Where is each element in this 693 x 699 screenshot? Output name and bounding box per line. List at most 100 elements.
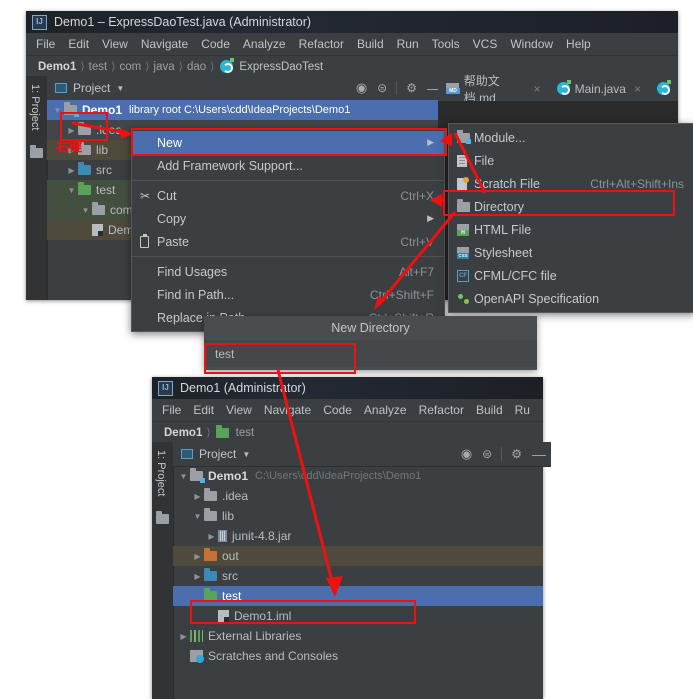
chevron-down-icon[interactable]: ▼ <box>242 450 250 459</box>
menu-analyze[interactable]: Analyze <box>243 37 286 51</box>
menu-help[interactable]: Help <box>566 37 591 51</box>
tree-row-test[interactable]: test <box>173 586 543 606</box>
locate-icon[interactable]: ◉ <box>356 80 367 96</box>
expand-arrow-icon[interactable]: ▶ <box>205 532 218 541</box>
collapse-all-icon[interactable]: ⊜ <box>482 447 492 461</box>
tree-row-lib[interactable]: ▼ lib <box>173 506 543 526</box>
new-submenu-item-cfml-file[interactable]: CF CFML/CFC file <box>449 264 693 287</box>
editor-tab-help-doc[interactable]: 帮助文档.md × <box>438 74 549 105</box>
menu-edit[interactable]: Edit <box>68 37 89 51</box>
tree-row-external-libraries[interactable]: ▶ External Libraries <box>173 626 543 646</box>
breadcrumb-dao[interactable]: dao <box>187 61 206 73</box>
expand-arrow-icon[interactable]: ▶ <box>177 632 190 641</box>
menu-navigate[interactable]: Navigate <box>141 37 188 51</box>
collapse-all-icon[interactable]: ⊜ <box>377 81 387 95</box>
breadcrumb-expressdaotest[interactable]: ExpressDaoTest <box>239 61 323 73</box>
tool-strip-project-label[interactable]: 1: Project <box>29 84 41 130</box>
menu-view[interactable]: View <box>102 37 128 51</box>
top-left-tool-strip[interactable]: 1: Project <box>26 76 48 300</box>
tree-row-src[interactable]: ▶ src <box>173 566 543 586</box>
context-menu-item-find-usages[interactable]: Find Usages Alt+F7 <box>132 260 444 283</box>
expand-arrow-icon[interactable]: ▶ <box>191 552 204 561</box>
menu-refactor[interactable]: Refactor <box>419 403 464 417</box>
menu-file[interactable]: File <box>162 403 181 417</box>
tree-row-idea[interactable]: ▶ .idea <box>173 486 543 506</box>
breadcrumb-sep: ⟩ <box>80 61 85 73</box>
breadcrumb-com[interactable]: com <box>120 61 142 73</box>
hide-icon[interactable]: — <box>532 446 546 462</box>
settings-gear-icon[interactable]: ⚙ <box>511 447 522 461</box>
context-menu-item-cut[interactable]: ✂ Cut Ctrl+X <box>132 184 444 207</box>
expand-arrow-icon[interactable]: ▼ <box>177 472 190 481</box>
settings-gear-icon[interactable]: ⚙ <box>406 81 417 95</box>
expand-arrow-icon[interactable]: ▶ <box>191 572 204 581</box>
menu-build[interactable]: Build <box>357 37 384 51</box>
new-submenu-item-module[interactable]: Module... <box>449 126 693 149</box>
close-icon[interactable]: × <box>634 82 641 96</box>
tool-strip-project-label[interactable]: 1: Project <box>155 450 167 496</box>
tree-row-demo1[interactable]: ▼ Demo1 library root C:\Users\cdd\IdeaPr… <box>47 100 438 120</box>
structure-folder-icon[interactable] <box>156 511 169 524</box>
context-menu-item-new[interactable]: New ▶ <box>132 131 444 154</box>
breadcrumb-test[interactable]: test <box>236 427 255 439</box>
context-menu-item-add-framework-support[interactable]: Add Framework Support... <box>132 154 444 177</box>
expand-arrow-icon[interactable]: ▼ <box>65 186 78 195</box>
breadcrumb-java[interactable]: java <box>154 61 175 73</box>
project-context-menu[interactable]: New ▶ Add Framework Support... ✂ Cut Ctr… <box>131 128 445 332</box>
new-submenu-item-directory[interactable]: Directory <box>449 195 693 218</box>
new-submenu[interactable]: Module... File Scratch File Ctrl+Alt+Shi… <box>448 123 693 313</box>
new-submenu-item-scratch-file[interactable]: Scratch File Ctrl+Alt+Shift+Ins <box>449 172 693 195</box>
bottom-window-menubar[interactable]: File Edit View Navigate Code Analyze Ref… <box>152 399 543 422</box>
tree-row-demo1-iml[interactable]: Demo1.iml <box>173 606 543 626</box>
expand-arrow-icon[interactable]: ▶ <box>65 166 78 175</box>
menu-build[interactable]: Build <box>476 403 503 417</box>
new-submenu-item-html-file[interactable]: HTML File <box>449 218 693 241</box>
expand-arrow-icon[interactable]: ▼ <box>51 106 64 115</box>
menu-vcs[interactable]: VCS <box>473 37 498 51</box>
top-window-breadcrumb[interactable]: Demo1 ⟩ test ⟩ com ⟩ java ⟩ dao ⟩ Expres… <box>26 56 678 77</box>
expand-arrow-icon[interactable]: ▶ <box>191 492 204 501</box>
breadcrumb-demo1[interactable]: Demo1 <box>164 427 202 439</box>
tree-row-junit-jar[interactable]: ▶ junit-4.8.jar <box>173 526 543 546</box>
context-menu-item-copy[interactable]: Copy ▶ <box>132 207 444 230</box>
locate-icon[interactable]: ◉ <box>461 446 472 462</box>
editor-tab-main-java[interactable]: Main.java × <box>549 76 649 101</box>
new-directory-name-input[interactable]: test <box>204 340 537 367</box>
menu-edit[interactable]: Edit <box>193 403 214 417</box>
bottom-project-tree[interactable]: ▼ Demo1 C:\Users\cdd\IdeaProjects\Demo1 … <box>173 466 543 699</box>
menu-view[interactable]: View <box>226 403 252 417</box>
menu-code[interactable]: Code <box>323 403 352 417</box>
menu-refactor[interactable]: Refactor <box>299 37 344 51</box>
menu-run[interactable]: Ru <box>515 403 530 417</box>
menu-tools[interactable]: Tools <box>432 37 460 51</box>
context-menu-item-paste[interactable]: Paste Ctrl+V <box>132 230 444 253</box>
close-icon[interactable]: × <box>534 82 541 96</box>
expand-arrow-icon[interactable]: ▼ <box>79 206 92 215</box>
bottom-left-tool-strip[interactable]: 1: Project <box>152 442 174 699</box>
project-toolwindow-label[interactable]: Project <box>199 447 236 461</box>
new-submenu-item-openapi-specification[interactable]: OpenAPI Specification <box>449 287 693 310</box>
menu-navigate[interactable]: Navigate <box>264 403 311 417</box>
context-menu-item-find-in-path[interactable]: Find in Path... Ctrl+Shift+F <box>132 283 444 306</box>
menu-file[interactable]: File <box>36 37 55 51</box>
chevron-down-icon[interactable]: ▼ <box>116 84 124 93</box>
menu-code[interactable]: Code <box>201 37 230 51</box>
structure-folder-icon[interactable] <box>30 145 43 158</box>
project-toolwindow-label[interactable]: Project <box>73 81 110 95</box>
top-editor-tabstrip[interactable]: 帮助文档.md × Main.java × <box>438 74 678 105</box>
tree-row-scratches-and-consoles[interactable]: Scratches and Consoles <box>173 646 543 666</box>
new-submenu-item-stylesheet[interactable]: Stylesheet <box>449 241 693 264</box>
bottom-window-breadcrumb[interactable]: Demo1 ⟩ test <box>152 422 543 443</box>
editor-tab-third[interactable] <box>649 76 678 101</box>
expand-arrow-icon[interactable]: ▶ <box>65 126 78 135</box>
breadcrumb-demo1[interactable]: Demo1 <box>38 61 76 73</box>
expand-arrow-icon[interactable]: ▼ <box>191 512 204 521</box>
menu-run[interactable]: Run <box>397 37 419 51</box>
tree-row-out[interactable]: ▶ out <box>173 546 543 566</box>
top-window-menubar[interactable]: File Edit View Navigate Code Analyze Ref… <box>26 33 678 56</box>
menu-window[interactable]: Window <box>510 37 553 51</box>
new-submenu-item-file[interactable]: File <box>449 149 693 172</box>
breadcrumb-test[interactable]: test <box>89 61 108 73</box>
menu-analyze[interactable]: Analyze <box>364 403 407 417</box>
tree-row-demo1[interactable]: ▼ Demo1 C:\Users\cdd\IdeaProjects\Demo1 <box>173 466 543 486</box>
